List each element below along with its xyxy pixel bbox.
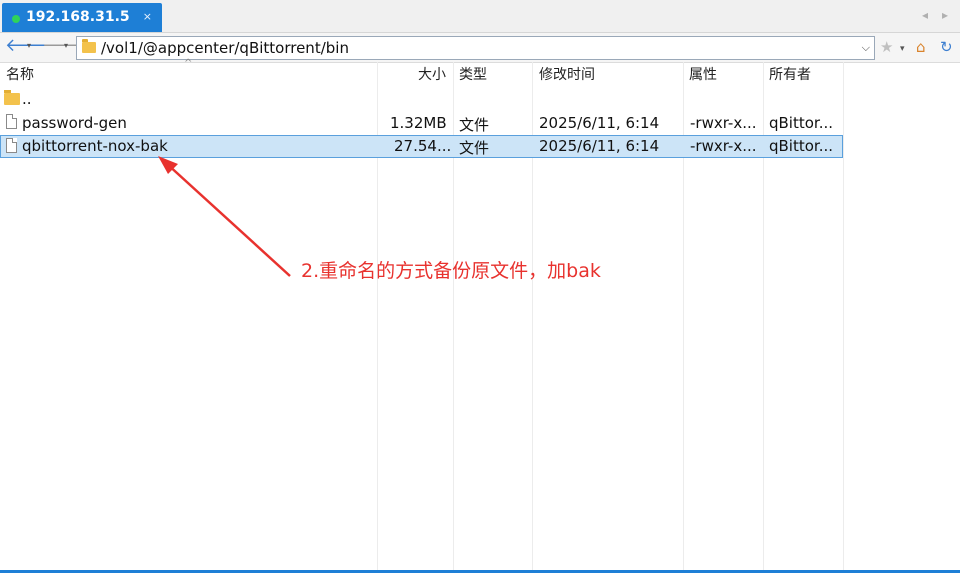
annotation-note: 2.重命名的方式备份原文件，加bak	[301, 260, 601, 282]
annotation-arrow-icon	[158, 156, 291, 277]
